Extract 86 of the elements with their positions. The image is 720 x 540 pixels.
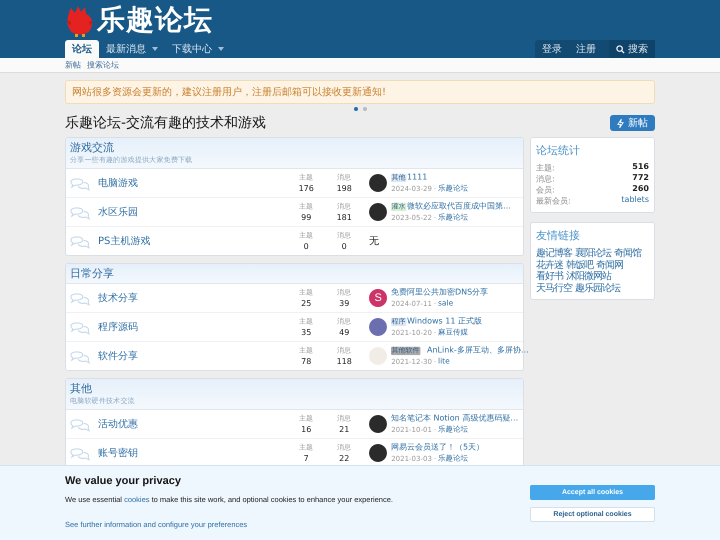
- chat-bubbles-icon: [70, 348, 90, 364]
- stat-value: 260: [632, 185, 649, 195]
- carousel-dot[interactable]: [362, 107, 366, 111]
- thread-link[interactable]: 网易云会员送了！（5天）: [391, 442, 484, 452]
- nav-tab[interactable]: 论坛: [65, 40, 99, 58]
- no-posts-text: 无: [369, 235, 380, 248]
- page-title: 乐趣论坛-交流有趣的技术和游戏: [65, 114, 266, 132]
- stat-value: 176: [298, 184, 314, 194]
- cookie-title: We value your privacy: [65, 475, 182, 487]
- stat-value: 22: [339, 454, 350, 464]
- stat-value: 35: [301, 328, 312, 338]
- avatar-icon[interactable]: [369, 174, 388, 192]
- avatar-icon[interactable]: [369, 415, 388, 433]
- chat-bubbles-icon: [70, 234, 90, 248]
- member-link[interactable]: tablets: [621, 196, 649, 207]
- friend-link[interactable]: 花卉迷: [536, 260, 564, 271]
- notice-text: 网站很多资源会更新的，建议注册用户，注册后邮箱可以接收更新通知!: [72, 87, 386, 98]
- stat-value: 49: [339, 328, 350, 338]
- stat-value: 198: [336, 184, 352, 194]
- stat-value: 16: [301, 425, 312, 435]
- stat-value: 0: [304, 242, 309, 252]
- friend-link[interactable]: 天马行空: [536, 282, 572, 294]
- stat-value: 181: [336, 213, 352, 223]
- nav-tab[interactable]: 最新消息: [99, 40, 165, 58]
- stat-value: 772: [632, 174, 649, 184]
- stat-value: 78: [301, 357, 312, 367]
- stat-label: 最新会员:: [536, 197, 571, 206]
- thread-link[interactable]: 免费阿里公共加密DNS分享: [391, 288, 488, 297]
- stat-value: 25: [301, 299, 312, 309]
- forum-link[interactable]: 活动优惠: [98, 417, 288, 431]
- panel-title: 友情链接: [536, 228, 582, 243]
- stat-value: 0: [342, 242, 347, 252]
- friend-link[interactable]: 奇闻网: [596, 260, 624, 271]
- carousel-dot[interactable]: [354, 107, 358, 111]
- forum-link[interactable]: 账号密钥: [98, 446, 288, 460]
- user-avatar[interactable]: S: [369, 289, 388, 307]
- search-button[interactable]: 搜索: [609, 40, 655, 58]
- thread-link[interactable]: Windows 11 正式版: [407, 316, 482, 326]
- category-title[interactable]: 游戏交流: [70, 140, 520, 155]
- forum-link[interactable]: 软件分享: [98, 349, 288, 363]
- avatar-icon[interactable]: [369, 203, 388, 221]
- stat-label: 主题:: [536, 164, 555, 173]
- chat-bubbles-icon: [70, 290, 90, 306]
- friend-link[interactable]: 襄阳论坛: [575, 248, 612, 260]
- avatar-icon[interactable]: [369, 444, 388, 462]
- friend-link[interactable]: 奇闻馆: [614, 248, 642, 260]
- chat-bubbles-icon: [70, 320, 90, 334]
- stat-value: 99: [301, 213, 312, 223]
- subnav-link[interactable]: 搜索论坛: [87, 59, 119, 71]
- friend-link[interactable]: 看好书: [536, 271, 564, 282]
- stat-value: 39: [339, 299, 350, 309]
- chat-bubbles-icon: [70, 204, 90, 220]
- category-title[interactable]: 其他: [70, 381, 520, 396]
- subnav-link[interactable]: 新帖: [65, 59, 81, 71]
- category-title[interactable]: 日常分享: [70, 266, 520, 281]
- chat-bubbles-icon: [70, 416, 90, 432]
- stat-value: 118: [336, 357, 352, 367]
- panel-title: 论坛统计: [536, 143, 582, 158]
- friend-link[interactable]: 趣乐园论坛: [575, 282, 620, 294]
- stat-value: 7: [304, 454, 309, 464]
- bird-mascot-icon: [65, 4, 95, 38]
- new-post-button[interactable]: 新帖: [610, 115, 655, 131]
- lightning-icon: [617, 118, 624, 128]
- stat-value: 516: [632, 163, 649, 173]
- nav-link[interactable]: 注册: [569, 40, 603, 58]
- friend-link[interactable]: 沭阳微网站: [566, 271, 612, 282]
- chat-bubbles-icon: [70, 446, 90, 460]
- stat-value: 21: [339, 425, 350, 435]
- nav-tab[interactable]: 下载中心: [165, 40, 231, 58]
- forum-link[interactable]: 程序源码: [98, 320, 288, 334]
- stat-label: 会员:: [536, 186, 555, 195]
- nav-link[interactable]: 登录: [535, 40, 569, 58]
- stat-label: 消息:: [536, 175, 555, 184]
- thread-link[interactable]: AnLink-多屏互动、多屏协…: [427, 346, 530, 355]
- friend-link[interactable]: 韩饭吧: [566, 260, 594, 271]
- search-icon: [616, 44, 625, 54]
- forum-link[interactable]: 水区乐园: [98, 205, 288, 219]
- thread-link[interactable]: 微软必应取代百度成中国第…: [407, 202, 512, 211]
- friend-link[interactable]: 趣记博客: [536, 248, 572, 260]
- chat-bubbles-icon: [70, 176, 90, 190]
- forum-link[interactable]: 技术分享: [98, 291, 288, 305]
- thread-link[interactable]: 知名笔记本 Notion 高级优惠码疑…: [391, 414, 519, 423]
- thread-link[interactable]: 1111: [407, 172, 428, 182]
- forum-link[interactable]: 电脑游戏: [98, 176, 288, 190]
- site-logo-text[interactable]: 乐趣论坛: [97, 6, 213, 34]
- forum-link[interactable]: PS主机游戏: [98, 234, 288, 248]
